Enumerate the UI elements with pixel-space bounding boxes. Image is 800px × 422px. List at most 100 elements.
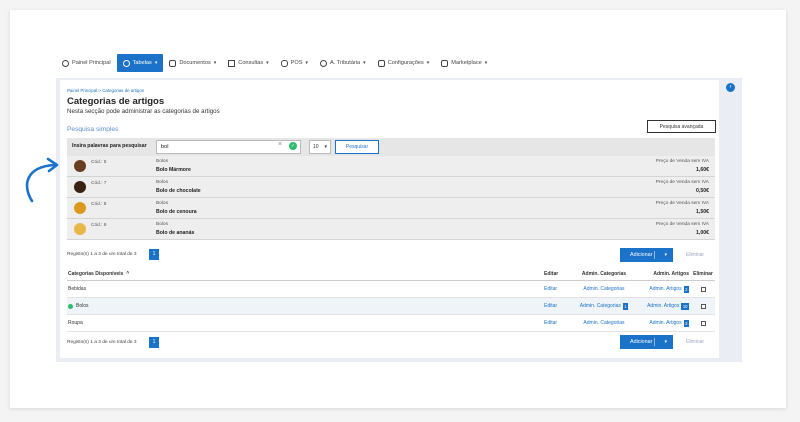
annotation-arrow-icon xyxy=(25,157,59,203)
product-name: Bolo Mármore xyxy=(156,167,191,173)
article-count-badge: 3 xyxy=(683,319,689,327)
chevron-down-icon: ▾ xyxy=(484,60,488,66)
category-count-badge: 1 xyxy=(622,302,629,310)
product-category: Bolos xyxy=(156,201,168,206)
categories-table: Categorias Disponíveis ^ Editar Admin. C… xyxy=(67,268,715,332)
price-label: Preço de Venda sem IVA xyxy=(655,222,709,227)
page-button[interactable]: 1 xyxy=(149,249,159,260)
header-delete: Eliminar xyxy=(693,271,713,277)
product-category: Bolos xyxy=(156,222,168,227)
records-count: Registo(s) 1 a 3 de um total de 3 xyxy=(67,340,137,345)
product-name: Bolo de cenoura xyxy=(156,209,197,215)
clear-search-icon[interactable]: × xyxy=(278,141,282,148)
hand-icon xyxy=(280,59,288,67)
admin-articles-text: Admin. Artigos xyxy=(649,320,682,326)
nav-item-tabelas[interactable]: Tabelas ▾ xyxy=(116,54,164,72)
delete-checkbox[interactable] xyxy=(700,320,706,326)
admin-articles-link[interactable]: Admin. Artigos 2 xyxy=(637,281,689,297)
product-price: 1,60€ xyxy=(696,167,709,173)
add-button-label: Adicionar xyxy=(630,339,653,345)
nav-label: Tabelas xyxy=(132,60,152,66)
delete-checkbox-cell xyxy=(693,298,713,314)
search-label: Insira palavras para pesquisar xyxy=(72,143,147,149)
nav-item-configuracoes[interactable]: Configurações ▾ xyxy=(372,54,436,72)
delete-checkbox[interactable] xyxy=(700,303,706,309)
header-edit: Editar xyxy=(544,271,559,277)
add-button-label: Adicionar xyxy=(630,252,653,258)
page-subtitle: Nesta secção pode administrar as categor… xyxy=(67,108,220,115)
button-divider xyxy=(654,251,655,259)
main-nav: Painel Principal Tabelas ▾ Documentos ▾ … xyxy=(56,54,493,72)
records-count: Registo(s) 1 a 3 de um total de 3 xyxy=(67,252,137,257)
delete-checkbox[interactable] xyxy=(700,286,706,292)
nav-label: Documentos xyxy=(179,60,211,66)
add-button[interactable]: Adicionar ▾ xyxy=(620,335,673,349)
collapse-sidebar-icon[interactable]: ‹ xyxy=(726,83,735,92)
nav-item-pos[interactable]: POS ▾ xyxy=(275,54,314,72)
result-row[interactable]: Cód.: 8 Bolos Bolo de cenoura Preço de V… xyxy=(67,198,715,219)
page-button[interactable]: 1 xyxy=(149,337,159,348)
product-name: Bolo de ananás xyxy=(156,230,195,236)
nav-label: Consultas xyxy=(238,60,264,66)
product-price: 0,50€ xyxy=(696,188,709,194)
nav-item-consultas[interactable]: Consultas ▾ xyxy=(222,54,274,72)
chevron-down-icon[interactable]: ▾ xyxy=(664,335,667,349)
nav-item-painel-principal[interactable]: Painel Principal xyxy=(56,54,117,72)
nav-label: Marketplace xyxy=(451,60,482,66)
search-bar: Insira palavras para pesquisar bol × ✓ 1… xyxy=(67,138,715,156)
breadcrumb[interactable]: Painel Principal > Categorias de artigos xyxy=(67,88,144,93)
button-divider xyxy=(654,338,655,346)
chart-icon xyxy=(228,59,236,67)
category-name: Bolos xyxy=(68,298,89,314)
edit-link[interactable]: Editar xyxy=(544,315,557,331)
edit-link[interactable]: Editar xyxy=(544,281,557,297)
admin-articles-text: Admin. Artigos xyxy=(649,286,682,292)
admin-articles-link[interactable]: Admin. Artigos 10 xyxy=(637,298,689,314)
admin-articles-text: Admin. Artigos xyxy=(647,303,680,309)
admin-articles-link[interactable]: Admin. Artigos 3 xyxy=(637,315,689,331)
nav-label: A. Tributária xyxy=(330,60,361,66)
grid-icon xyxy=(441,59,449,67)
category-name-text: Roupa xyxy=(68,320,83,326)
admin-categories-link[interactable]: Admin. Categorias xyxy=(569,315,639,331)
table-row[interactable]: Roupa Editar Admin. Categorias Admin. Ar… xyxy=(67,315,715,332)
users-icon xyxy=(122,59,130,67)
advanced-search-button[interactable]: Pesquisa avançada xyxy=(647,120,716,133)
edit-link[interactable]: Editar xyxy=(544,298,557,314)
category-name-text: Bebidas xyxy=(68,286,87,292)
sort-asc-icon: ^ xyxy=(126,271,130,277)
chevron-down-icon: ▾ xyxy=(213,60,217,66)
table-row[interactable]: Bolos Editar Admin. Categorias 1 Admin. A… xyxy=(67,298,715,315)
result-row[interactable]: Cód.: 5 Bolos Bolo Mármore Preço de Vend… xyxy=(67,156,715,177)
chevron-down-icon: ▾ xyxy=(305,60,309,66)
price-label: Preço de Venda sem IVA xyxy=(655,201,709,206)
chevron-down-icon: ▾ xyxy=(324,144,327,150)
table-row[interactable]: Bebidas Editar Admin. Categorias Admin. … xyxy=(67,281,715,298)
nav-item-documentos[interactable]: Documentos ▾ xyxy=(163,54,222,72)
admin-categories-link[interactable]: Admin. Categorias xyxy=(569,281,639,297)
admin-categories-link[interactable]: Admin. Categorias 1 xyxy=(569,298,639,314)
product-price: 1,00€ xyxy=(696,230,709,236)
page-size-select[interactable]: 10 ▾ xyxy=(309,140,331,154)
table-header: Categorias Disponíveis ^ Editar Admin. C… xyxy=(67,268,715,281)
delete-button[interactable]: Eliminar xyxy=(686,252,704,258)
admin-categories-text: Admin. Categorias xyxy=(579,303,621,309)
result-row[interactable]: Cód.: 9 Bolos Bolo de ananás Preço de Ve… xyxy=(67,219,715,240)
nav-item-marketplace[interactable]: Marketplace ▾ xyxy=(435,54,493,72)
delete-button[interactable]: Eliminar xyxy=(686,339,704,345)
nav-item-a-tributaria[interactable]: A. Tributária ▾ xyxy=(314,54,372,72)
header-categories[interactable]: Categorias Disponíveis ^ xyxy=(68,268,129,280)
product-code: Cód.: 9 xyxy=(91,223,107,228)
search-button[interactable]: Pesquisar xyxy=(335,140,379,154)
chevron-down-icon: ▾ xyxy=(426,60,430,66)
product-thumbnail xyxy=(74,181,86,193)
chevron-down-icon[interactable]: ▾ xyxy=(664,248,667,262)
header-admin-articles: Admin. Artigos xyxy=(653,271,689,277)
price-label: Preço de Venda sem IVA xyxy=(655,180,709,185)
result-row[interactable]: Cód.: 7 Bolos Bolo de chocolate Preço de… xyxy=(67,177,715,198)
clock-icon xyxy=(62,59,69,67)
category-name: Bebidas xyxy=(68,281,86,297)
product-code: Cód.: 5 xyxy=(91,160,107,165)
page-size-value: 10 xyxy=(313,144,319,150)
add-button[interactable]: Adicionar ▾ xyxy=(620,248,673,262)
